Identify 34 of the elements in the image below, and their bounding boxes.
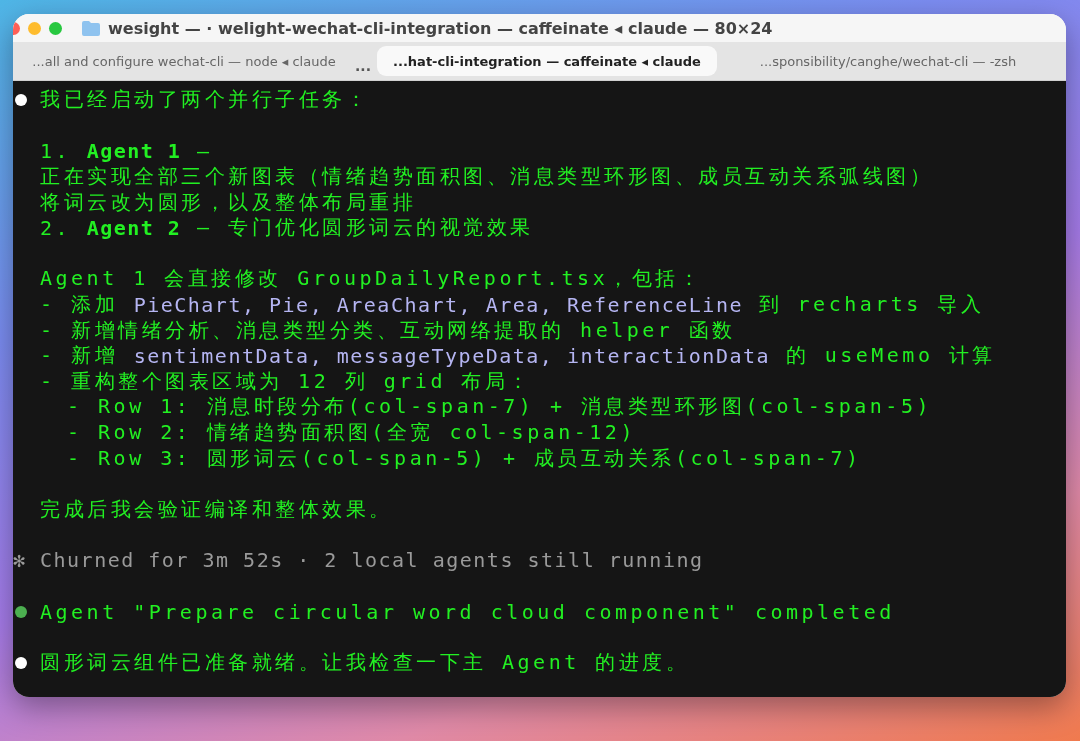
tab[interactable]: ...all and configure wechat-cli — node ◂ claude bbox=[19, 46, 349, 76]
terminal-text: - 新增 bbox=[40, 342, 120, 370]
terminal-text: 2. bbox=[40, 215, 73, 240]
terminal-text: 的 useMemo 计算 bbox=[784, 342, 996, 370]
terminal-text: 到 recharts 导入 bbox=[757, 291, 985, 319]
terminal-text: sentimentData, messageTypeData, interactionData bbox=[133, 343, 771, 368]
tab[interactable]: ...sponsibility/canghe/wechat-cli — -zsh bbox=[722, 46, 1053, 76]
terminal-text: — 专门优化圆形词云的视觉效果 bbox=[195, 214, 534, 242]
terminal-text: - Row 2: 情绪趋势面积图(全宽 col-span-12) bbox=[67, 419, 636, 446]
window-title: wesight — · welight-wechat-cli-integration — caffeinate ◂ claude — 80×24 bbox=[108, 18, 773, 38]
terminal-text: 完成后我会验证编译和整体效果。 bbox=[40, 495, 393, 523]
terminal-text: Agent "Prepare circular word cloud component" completed bbox=[40, 599, 895, 624]
terminal-text: 1. bbox=[40, 139, 73, 163]
terminal-text: Agent 2 bbox=[86, 215, 182, 240]
terminal-text: - 添加 bbox=[40, 291, 120, 319]
terminal-text: 将词云改为圆形，以及整体布局重排 bbox=[40, 188, 416, 216]
terminal-text: Churned for 3m 52s · 2 local agents still running bbox=[40, 548, 704, 573]
terminal-text: - Row 3: 圆形词云(col-span-5) + 成员互动关系(col-span-7) bbox=[67, 444, 862, 472]
more-tabs-button[interactable]: ... bbox=[355, 58, 371, 80]
terminal-text: PieChart, Pie, AreaChart, Area, ReferenceLine bbox=[133, 292, 743, 317]
terminal-text: 正在实现全部三个新图表（情绪趋势面积图、消息类型环形图、成员互动关系弧线图） bbox=[40, 163, 933, 191]
folder-icon bbox=[82, 20, 100, 36]
tab[interactable]: ...hat-cli-integration — caffeinate ◂ claude bbox=[376, 46, 717, 76]
terminal-text: Agent 1 会直接修改 GroupDailyReport.tsx，包括： bbox=[40, 265, 703, 293]
terminal-text: - 新增情绪分析、消息类型分类、互动网络提取的 helper 函数 bbox=[40, 316, 736, 344]
asterisk: ✻ bbox=[13, 548, 26, 573]
terminal-text: Agent 1 bbox=[86, 139, 182, 163]
terminal-text: - Row 1: 消息时段分布(col-span-7) + 消息类型环形图(col-span-5) bbox=[67, 393, 932, 421]
window-control-button[interactable] bbox=[49, 21, 62, 35]
terminal-text: 我已经启动了两个并行子任务： bbox=[40, 86, 369, 114]
terminal-text: - 重构整个图表区域为 12 列 grid 布局： bbox=[40, 367, 532, 395]
terminal-text: 圆形词云组件已准备就绪。让我检查一下主 Agent 的进度。 bbox=[40, 649, 690, 677]
window-control-button[interactable] bbox=[28, 21, 41, 35]
terminal-text: — bbox=[195, 139, 213, 163]
